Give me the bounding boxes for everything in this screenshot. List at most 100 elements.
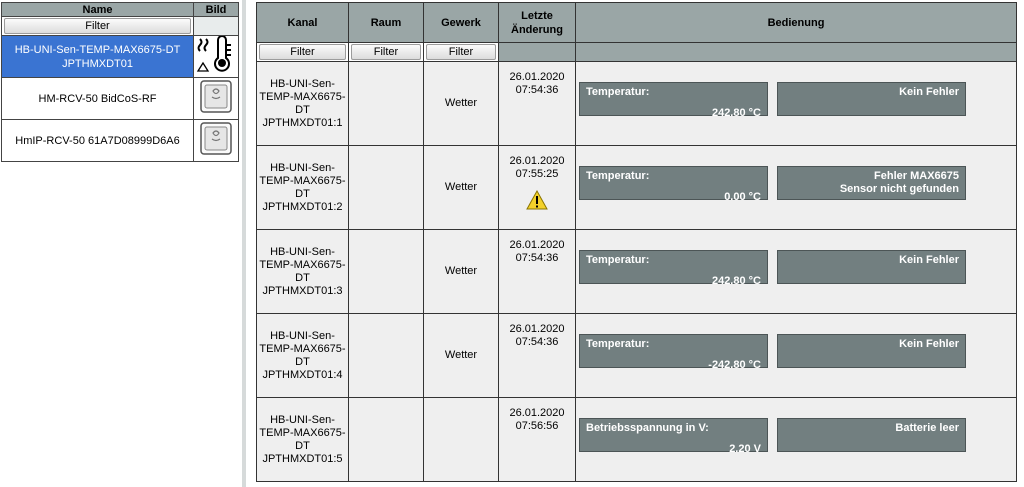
column-header-gewerk[interactable]: Gewerk	[423, 2, 499, 43]
kanal-name-line: TEMP-MAX6675-	[259, 426, 346, 439]
kanal-filter-button[interactable]: Filter	[259, 44, 346, 60]
kanal-name-line: HB-UNI-Sen-	[270, 329, 335, 342]
channel-row: HB-UNI-Sen- TEMP-MAX6675- DT JPTHMXDT01:4 We…	[256, 313, 1017, 398]
value-label: Temperatur:	[586, 86, 650, 98]
letzte-filter-cell	[498, 42, 576, 62]
kanal-cell[interactable]: HB-UNI-Sen- TEMP-MAX6675- DT JPTHMXDT01:2	[256, 145, 349, 230]
column-header-raum[interactable]: Raum	[348, 2, 424, 43]
device-name-cell[interactable]: HmIP-RCV-50 61A7D08999D6A6	[0, 119, 195, 162]
kanal-name-line: HB-UNI-Sen-	[270, 161, 335, 174]
device-row[interactable]: HM-RCV-50 BidCoS-RF	[0, 77, 239, 120]
change-date: 26.01.2020	[509, 155, 565, 167]
change-time: 07:56:56	[515, 420, 559, 432]
raum-cell[interactable]	[348, 229, 424, 314]
device-icon	[196, 80, 236, 119]
channel-table: Kanal Raum Gewerk Letzte Änderung Bedien…	[256, 2, 1017, 482]
kanal-cell[interactable]: HB-UNI-Sen- TEMP-MAX6675- DT JPTHMXDT01:1	[256, 61, 349, 146]
status-display: Fehler MAX6675 Sensor nicht gefunden	[777, 166, 966, 200]
kanal-cell[interactable]: HB-UNI-Sen- TEMP-MAX6675- DT JPTHMXDT01:4	[256, 313, 349, 398]
filter-row: Filter Filter Filter	[256, 42, 1017, 62]
kanal-cell[interactable]: HB-UNI-Sen- TEMP-MAX6675- DT JPTHMXDT01:5	[256, 397, 349, 482]
channel-row: HB-UNI-Sen- TEMP-MAX6675- DT JPTHMXDT01:3 We…	[256, 229, 1017, 314]
kanal-name-line: DT	[295, 355, 310, 368]
warning-icon[interactable]	[499, 190, 575, 210]
panel-splitter[interactable]	[242, 0, 246, 487]
kanal-name-line: DT	[295, 439, 310, 452]
value-label: Temperatur:	[586, 254, 650, 266]
status-display: Batterie leer	[777, 418, 966, 452]
letzte-aenderung-cell: 26.01.2020 07:56:56	[498, 397, 576, 482]
name-filter-cell: Filter	[0, 16, 195, 36]
kanal-name-line: DT	[295, 103, 310, 116]
value-display: Temperatur: 242.80 °C	[579, 250, 768, 287]
status-text: Kein Fehler	[899, 86, 959, 98]
gewerk-cell[interactable]: Wetter	[423, 61, 499, 146]
raum-cell[interactable]	[348, 61, 424, 146]
bedienung-filter-cell	[575, 42, 1017, 62]
raum-cell[interactable]	[348, 145, 424, 230]
change-date: 26.01.2020	[509, 323, 565, 335]
thermometer-icon	[196, 35, 236, 77]
device-image-cell	[193, 119, 239, 162]
column-header-kanal[interactable]: Kanal	[256, 2, 349, 43]
change-time: 07:55:25	[515, 168, 559, 180]
letzte-aenderung-cell: 26.01.2020 07:54:36	[498, 313, 576, 398]
change-date: 26.01.2020	[509, 71, 565, 83]
kanal-name-line: JPTHMXDT01:4	[262, 368, 343, 381]
channel-row: HB-UNI-Sen- TEMP-MAX6675- DT JPTHMXDT01:2 We…	[256, 145, 1017, 230]
value-reading: 242.80 °C	[711, 107, 761, 119]
gewerk-cell[interactable]: Wetter	[423, 313, 499, 398]
kanal-name-line: TEMP-MAX6675-	[259, 90, 346, 103]
letzte-aenderung-cell: 26.01.2020 07:55:25	[498, 145, 576, 230]
raum-cell[interactable]	[348, 397, 424, 482]
status-display: Kein Fehler	[777, 250, 966, 284]
value-label: Temperatur:	[586, 170, 650, 182]
bedienung-cell: Temperatur: 242.80 °C Kein Fehler	[575, 229, 1017, 314]
column-header-bild[interactable]: Bild	[193, 2, 239, 17]
status-display: Kein Fehler	[777, 82, 966, 116]
change-time: 07:54:36	[515, 336, 559, 348]
letzte-aenderung-cell: 26.01.2020 07:54:36	[498, 229, 576, 314]
status-text: Kein Fehler	[899, 254, 959, 266]
name-filter-button[interactable]: Filter	[4, 18, 192, 34]
gewerk-filter-button[interactable]: Filter	[426, 44, 496, 60]
status-text: Kein Fehler	[899, 338, 959, 350]
kanal-name-line: TEMP-MAX6675-	[259, 342, 346, 355]
value-display: Temperatur: 0.00 °C	[579, 166, 768, 203]
device-name: HmIP-RCV-50 61A7D08999D6A6	[15, 134, 180, 147]
column-header-name[interactable]: Name	[0, 2, 195, 17]
gewerk-cell[interactable]	[423, 397, 499, 482]
kanal-name-line: JPTHMXDT01:2	[262, 200, 343, 213]
change-date: 26.01.2020	[509, 239, 565, 251]
header-letzte-line1: Letzte	[521, 9, 553, 22]
raum-filter-button[interactable]: Filter	[351, 44, 421, 60]
device-row[interactable]: HB-UNI-Sen-TEMP-MAX6675-DT JPTHMXDT01	[0, 35, 239, 78]
status-text: Fehler MAX6675	[874, 170, 959, 182]
column-header-letzte-aenderung[interactable]: Letzte Änderung	[498, 2, 576, 43]
device-icon	[196, 122, 236, 161]
device-list: Name Bild Filter HB-UNI-Sen-TEMP-MAX6675…	[0, 2, 239, 162]
bedienung-cell: Temperatur: 0.00 °C Fehler MAX6675 Sensor n…	[575, 145, 1017, 230]
device-name-cell[interactable]: HM-RCV-50 BidCoS-RF	[0, 77, 195, 120]
channel-row: HB-UNI-Sen- TEMP-MAX6675- DT JPTHMXDT01:5 26…	[256, 397, 1017, 482]
kanal-filter-cell: Filter	[256, 42, 349, 62]
bedienung-cell: Betriebsspannung in V: 2.20 V Batterie lee…	[575, 397, 1017, 482]
kanal-name-line: HB-UNI-Sen-	[270, 245, 335, 258]
device-name: HM-RCV-50 BidCoS-RF	[38, 92, 157, 105]
value-display: Temperatur: 242.80 °C	[579, 82, 768, 119]
value-reading: 2.20 V	[729, 443, 761, 455]
gewerk-cell[interactable]: Wetter	[423, 229, 499, 314]
change-date: 26.01.2020	[509, 407, 565, 419]
raum-filter-cell: Filter	[348, 42, 424, 62]
gewerk-cell[interactable]: Wetter	[423, 145, 499, 230]
value-label: Betriebsspannung in V:	[586, 422, 709, 434]
value-reading: 0.00 °C	[724, 191, 761, 203]
device-name: HB-UNI-Sen-TEMP-MAX6675-DT	[14, 43, 181, 56]
device-image-cell	[193, 77, 239, 120]
status-detail: Sensor nicht gefunden	[839, 183, 959, 195]
kanal-cell[interactable]: HB-UNI-Sen- TEMP-MAX6675- DT JPTHMXDT01:3	[256, 229, 349, 314]
change-time: 07:54:36	[515, 84, 559, 96]
raum-cell[interactable]	[348, 313, 424, 398]
device-name-cell[interactable]: HB-UNI-Sen-TEMP-MAX6675-DT JPTHMXDT01	[0, 35, 195, 78]
device-row[interactable]: HmIP-RCV-50 61A7D08999D6A6	[0, 119, 239, 162]
